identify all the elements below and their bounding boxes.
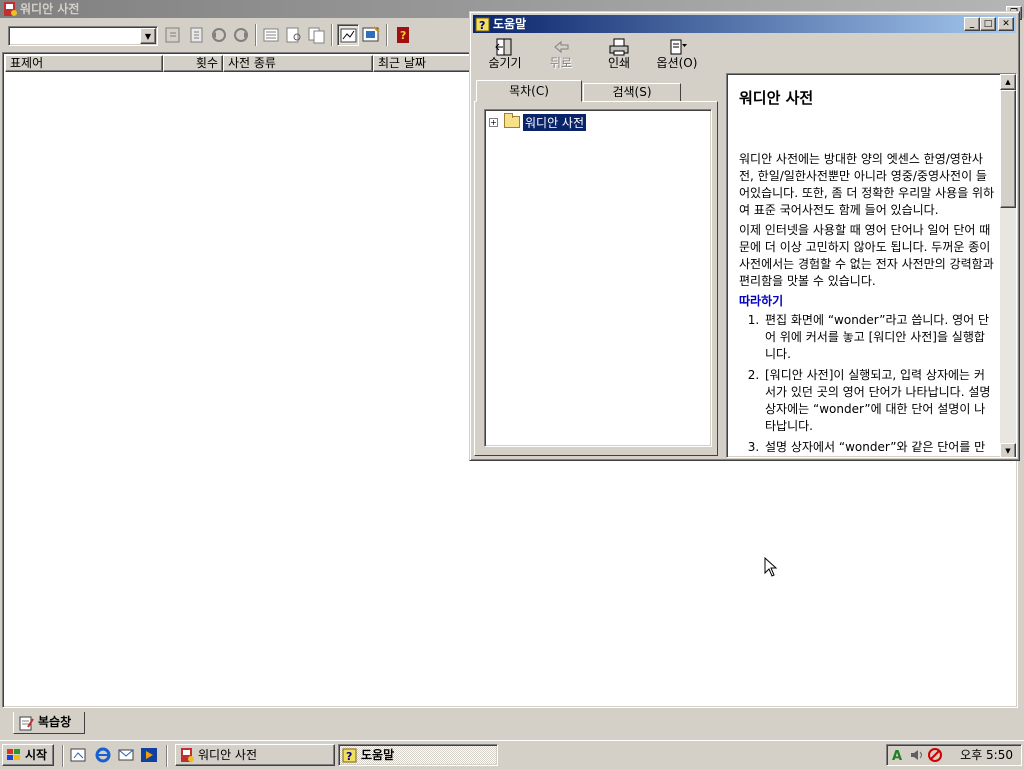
dictionary-app-icon	[179, 747, 195, 763]
help-topic-pane: 워디안 사전 워디안 사전에는 방대한 양의 엣센스 한영/영한사전, 한일/일…	[726, 73, 1017, 458]
refresh-icon[interactable]	[162, 24, 184, 46]
list-header: 표제어 횟수 사전 종류 최근 날짜	[5, 55, 483, 72]
help-title-text: 도움말	[493, 17, 527, 31]
back-label: 뒤로	[549, 56, 573, 70]
options-label: 옵션(O)	[656, 56, 698, 70]
tab-review-label: 복습창	[38, 715, 72, 729]
step-item: [워디안 사전]이 실행되고, 입력 상자에는 커서가 있던 곳의 영어 단어가…	[763, 367, 995, 435]
contents-tree[interactable]: + 워디안 사전	[484, 109, 712, 447]
chart-toggle-icon[interactable]	[337, 24, 359, 46]
topic-section-heading: 따라하기	[739, 294, 784, 308]
system-tray: A 오후 5:50	[886, 744, 1022, 766]
bottom-tab-bar: 복습창	[0, 710, 1024, 738]
toolbar-separator	[386, 24, 388, 46]
expand-plus-icon[interactable]: +	[489, 117, 498, 127]
dictionary-app-icon[interactable]	[2, 1, 18, 17]
back-arrow-icon[interactable]	[208, 24, 230, 46]
hide-label: 숨기기	[488, 56, 522, 70]
clock[interactable]: 오후 5:50	[960, 745, 1013, 765]
minimize-button[interactable]: _	[964, 17, 980, 31]
taskbar-separator	[166, 745, 168, 767]
tab-contents[interactable]: 목차(C)	[476, 80, 582, 102]
duplicate-icon[interactable]	[306, 24, 328, 46]
maximize-button[interactable]: □	[980, 17, 996, 31]
svg-text:?: ?	[346, 750, 352, 763]
step-item: 설명 상자에서 “wonder”와 같은 단어를 만	[763, 439, 995, 456]
search-input[interactable]: ▼	[8, 26, 158, 46]
tree-node-root[interactable]: + 워디안 사전	[489, 112, 588, 132]
start-label: 시작	[25, 748, 48, 762]
help-toolbar: 숨기기 뒤로 인쇄 옵션(O)	[473, 36, 1016, 76]
options-button[interactable]: 옵션(O)	[647, 36, 707, 76]
mouse-cursor-icon	[764, 556, 778, 580]
tree-node-label[interactable]: 워디안 사전	[521, 112, 588, 132]
hide-pane-icon	[493, 38, 517, 56]
column-header-dictionary-type[interactable]: 사전 종류	[223, 55, 373, 72]
help-window: ? 도움말 _ □ ✕ 숨기기 뒤로 인쇄 옵션(O) 목차(C) 검색(S) …	[469, 11, 1020, 461]
taskbar: 시작 워디안 사전 ? 도움말 A 오후 5:50	[0, 740, 1024, 768]
topic-paragraph-1: 워디안 사전에는 방대한 양의 엣센스 한영/영한사전, 한일/일한사전뿐만 아…	[739, 152, 995, 217]
taskbar-separator	[62, 745, 64, 767]
find-doc-icon[interactable]	[283, 24, 305, 46]
outlook-express-icon[interactable]	[117, 746, 135, 764]
list-view-icon[interactable]	[260, 24, 282, 46]
toolbar-separator	[255, 24, 257, 46]
volume-speaker-icon[interactable]	[909, 747, 925, 763]
help-question-icon: ?	[475, 16, 491, 32]
back-button[interactable]: 뒤로	[531, 36, 591, 76]
task-button-dictionary[interactable]: 워디안 사전	[175, 744, 335, 766]
show-desktop-icon[interactable]	[70, 746, 88, 764]
close-button[interactable]: ✕	[998, 17, 1014, 31]
main-title-text: 워디안 사전	[20, 2, 80, 16]
step-item: 편집 화면에 “wonder”라고 씁니다. 영어 단어 위에 커서를 놓고 […	[763, 312, 995, 363]
tab-search[interactable]: 검색(S)	[583, 83, 681, 102]
help-title-bar[interactable]: ? 도움말 _ □ ✕	[473, 15, 1016, 33]
topic-heading: 워디안 사전	[739, 89, 814, 107]
print-label: 인쇄	[607, 56, 631, 70]
hide-button[interactable]: 숨기기	[475, 36, 535, 76]
task-label: 워디안 사전	[198, 748, 258, 762]
contents-tab-panel: + 워디안 사전	[474, 101, 718, 456]
tools-icon[interactable]	[360, 24, 382, 46]
printer-icon	[607, 38, 631, 56]
media-player-icon[interactable]	[140, 746, 158, 764]
print-button[interactable]: 인쇄	[589, 36, 649, 76]
topic-content: 워디안 사전 워디안 사전에는 방대한 양의 엣센스 한영/영한사전, 한일/일…	[739, 74, 995, 457]
no-entry-status-icon[interactable]	[927, 747, 943, 763]
copy-doc-icon[interactable]	[186, 24, 208, 46]
help-caption-buttons: _ □ ✕	[964, 17, 1014, 31]
scroll-up-arrow-icon[interactable]: ▲	[1000, 74, 1016, 90]
help-navigation-pane: 목차(C) 검색(S) + 워디안 사전	[473, 76, 721, 458]
steps-list: 편집 화면에 “wonder”라고 씁니다. 영어 단어 위에 커서를 놓고 […	[763, 312, 995, 456]
scroll-thumb[interactable]	[1000, 90, 1016, 208]
column-header-headword[interactable]: 표제어	[5, 55, 163, 72]
help-question-icon: ?	[342, 747, 358, 763]
task-button-help[interactable]: ? 도움말	[338, 744, 498, 766]
topic-paragraph-2: 이제 인터넷을 사용할 때 영어 단어나 일어 단어 때문에 더 이상 고민하지…	[739, 223, 994, 288]
start-button[interactable]: 시작	[2, 744, 54, 766]
windows-logo-icon	[6, 747, 22, 763]
svg-text:?: ?	[400, 29, 406, 42]
review-notebook-icon	[18, 715, 34, 731]
help-book-icon[interactable]: ?	[392, 24, 414, 46]
scroll-down-arrow-icon[interactable]: ▼	[1000, 443, 1016, 457]
options-doc-icon	[665, 38, 689, 56]
toolbar-separator	[331, 24, 333, 46]
column-header-recent-date[interactable]: 최근 날짜	[373, 55, 483, 72]
tab-review[interactable]: 복습창	[13, 712, 85, 734]
combo-dropdown-arrow-icon[interactable]: ▼	[140, 28, 156, 44]
folder-icon	[504, 113, 520, 128]
task-label: 도움말	[361, 748, 395, 762]
topic-scrollbar[interactable]: ▲ ▼	[1000, 74, 1016, 457]
column-header-count[interactable]: 횟수	[163, 55, 223, 72]
svg-text:?: ?	[479, 19, 485, 32]
svg-text:A: A	[892, 749, 902, 763]
ime-status-icon[interactable]: A	[891, 747, 907, 764]
internet-explorer-icon[interactable]	[94, 746, 112, 764]
back-arrow-icon	[549, 38, 573, 56]
forward-arrow-icon[interactable]	[230, 24, 252, 46]
